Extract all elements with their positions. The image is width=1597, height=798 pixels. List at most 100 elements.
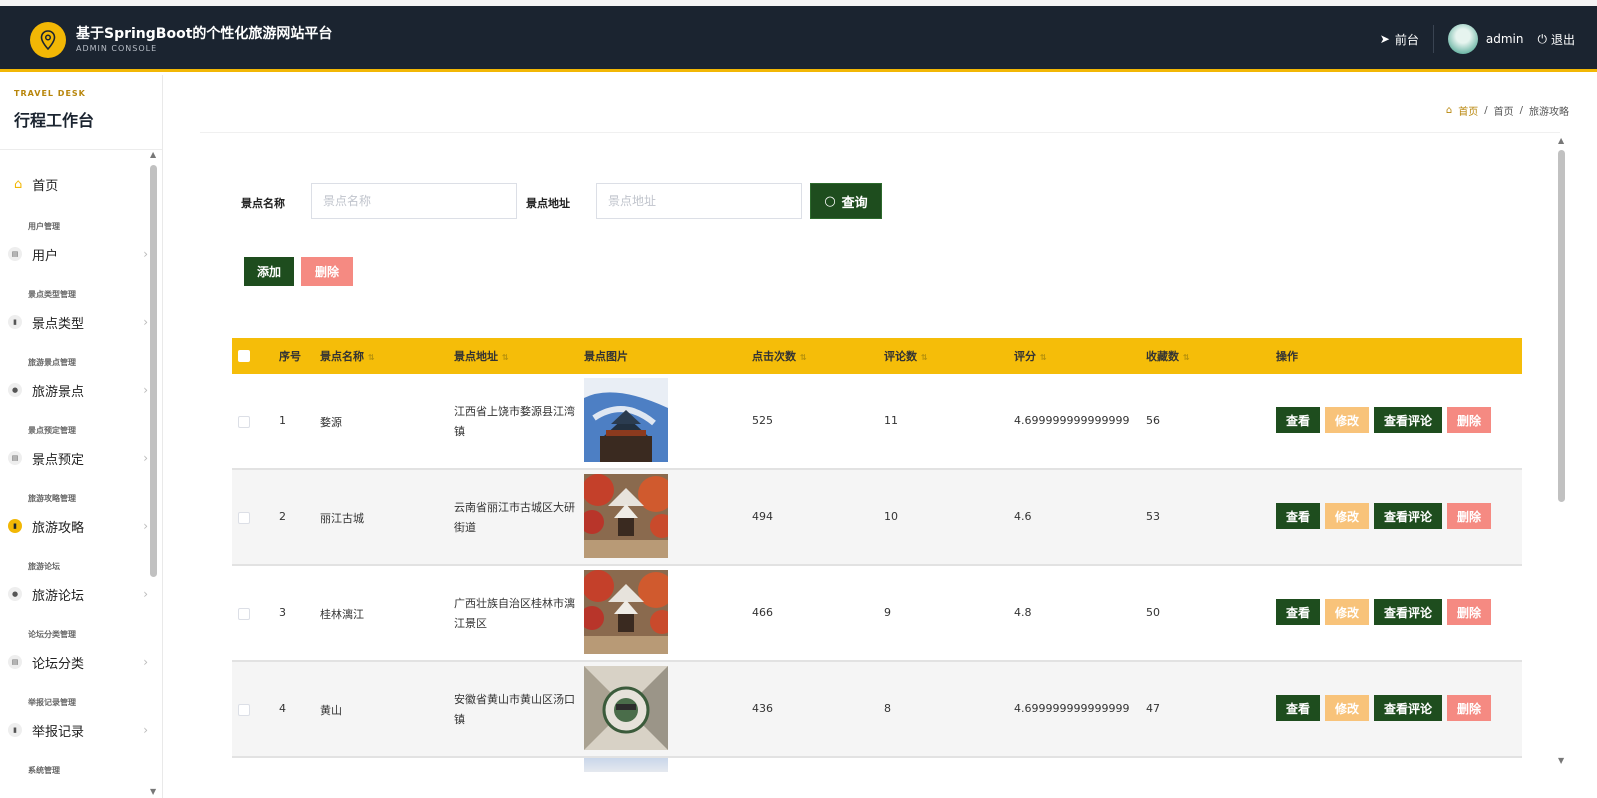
- row-checkbox[interactable]: [238, 704, 250, 716]
- user-name[interactable]: admin: [1486, 32, 1524, 46]
- delete-button[interactable]: 删除: [1447, 695, 1492, 721]
- chevron-right-icon: ›: [143, 655, 148, 669]
- edit-button[interactable]: 修改: [1325, 407, 1370, 433]
- cell-favorites: 56: [1146, 414, 1160, 427]
- sort-icon[interactable]: ⇅: [502, 353, 509, 362]
- table-header: 序号 景点名称 ⇅ 景点地址 ⇅ 景点图片 点击次数 ⇅ 评论数 ⇅ 评分 ⇅ 收藏数 ⇅ …: [232, 338, 1522, 374]
- sidebar-item-guides[interactable]: ▮ 旅游攻略 ›: [8, 515, 148, 537]
- bulk-delete-button[interactable]: 删除: [301, 257, 353, 286]
- row-checkbox[interactable]: [238, 512, 250, 524]
- row-checkbox[interactable]: [238, 608, 250, 620]
- query-button[interactable]: ○ 查询: [810, 183, 882, 219]
- view-button[interactable]: 查看: [1276, 407, 1321, 433]
- scroll-up-icon[interactable]: ▲: [150, 150, 156, 159]
- main-scrollbar[interactable]: ▲ ▼: [1556, 136, 1568, 768]
- cell-comments: 9: [884, 606, 891, 619]
- cell-comments: 10: [884, 510, 898, 523]
- chevron-right-icon: ›: [143, 315, 148, 329]
- spots-table: 序号 景点名称 ⇅ 景点地址 ⇅ 景点图片 点击次数 ⇅ 评论数 ⇅ 评分 ⇅ 收藏数 ⇅ …: [232, 338, 1522, 772]
- spot-address-input[interactable]: [596, 183, 802, 219]
- sidebar-item-spot-types[interactable]: ▮ 景点类型 ›: [8, 311, 148, 333]
- view-comments-button[interactable]: 查看评论: [1374, 503, 1443, 529]
- col-name[interactable]: 景点名称 ⇅: [320, 348, 375, 364]
- col-favorites[interactable]: 收藏数 ⇅: [1146, 348, 1190, 364]
- sort-icon[interactable]: ⇅: [368, 353, 375, 362]
- view-comments-button[interactable]: 查看评论: [1374, 407, 1443, 433]
- scroll-down-icon[interactable]: ▼: [1558, 756, 1564, 765]
- cell-clicks: 494: [752, 510, 773, 523]
- sidebar-item-users[interactable]: ▤ 用户 ›: [8, 243, 148, 265]
- edit-button[interactable]: 修改: [1325, 503, 1370, 529]
- table-row: 4 黄山 安徽省黄山市黄山区汤口镇 436 8 4.69999999999999…: [232, 662, 1522, 758]
- view-comments-button[interactable]: 查看评论: [1374, 695, 1443, 721]
- nav-group-label: 景点预定管理: [28, 426, 76, 435]
- col-score[interactable]: 评分 ⇅: [1014, 348, 1047, 364]
- sort-icon[interactable]: ⇅: [800, 353, 807, 362]
- cell-favorites: 47: [1146, 702, 1160, 715]
- view-button[interactable]: 查看: [1276, 599, 1321, 625]
- breadcrumb-separator: /: [1484, 105, 1488, 116]
- cell-score: 4.699999999999999: [1014, 702, 1130, 715]
- delete-button[interactable]: 删除: [1447, 407, 1492, 433]
- sort-icon[interactable]: ⇅: [1183, 353, 1190, 362]
- sidebar-item-label: 景点预定: [32, 452, 85, 468]
- col-address[interactable]: 景点地址 ⇅: [454, 348, 509, 364]
- breadcrumb-item[interactable]: 首页: [1458, 103, 1478, 118]
- sidebar-item-forum[interactable]: ● 旅游论坛 ›: [8, 583, 148, 605]
- row-checkbox[interactable]: [238, 416, 250, 428]
- sidebar-scroll-thumb[interactable]: [150, 165, 157, 577]
- nav-group-label: 论坛分类管理: [28, 630, 76, 639]
- breadcrumb-separator: /: [1519, 105, 1523, 116]
- sidebar-item-bookings[interactable]: ▤ 景点预定 ›: [8, 447, 148, 469]
- logout-button[interactable]: ⏻ 退出: [1537, 31, 1575, 48]
- spot-image[interactable]: [584, 666, 668, 750]
- sidebar-item-spots[interactable]: ● 旅游景点 ›: [8, 379, 148, 401]
- sidebar-item-home[interactable]: ⌂ 首页: [14, 175, 58, 194]
- sort-icon[interactable]: ⇅: [921, 353, 928, 362]
- view-button[interactable]: 查看: [1276, 695, 1321, 721]
- sidebar-item-forum-categories[interactable]: ▤ 论坛分类 ›: [8, 651, 148, 673]
- nav-group-label: 举报记录管理: [28, 698, 76, 707]
- nav-group-label: 系统管理: [28, 766, 60, 775]
- sidebar-scrollbar[interactable]: ▲ ▼: [149, 150, 158, 796]
- cell-address: 安徽省黄山市黄山区汤口镇: [454, 693, 575, 726]
- scroll-down-icon[interactable]: ▼: [150, 787, 156, 796]
- cell-no: 1: [279, 414, 286, 427]
- power-icon: ⏻: [1537, 31, 1547, 46]
- pin-icon: ●: [8, 383, 22, 397]
- delete-button[interactable]: 删除: [1447, 599, 1492, 625]
- row-actions: 查看 修改 查看评论 删除: [1276, 407, 1492, 433]
- view-comments-button[interactable]: 查看评论: [1374, 599, 1443, 625]
- view-button[interactable]: 查看: [1276, 503, 1321, 529]
- spot-image[interactable]: [584, 378, 668, 462]
- cell-address: 云南省丽江市古城区大研街道: [454, 501, 575, 534]
- spot-image[interactable]: [584, 474, 668, 558]
- edit-button[interactable]: 修改: [1325, 695, 1370, 721]
- cell-score: 4.699999999999999: [1014, 414, 1130, 427]
- front-label: 前台: [1394, 32, 1419, 47]
- add-button[interactable]: 添加: [244, 257, 294, 286]
- select-all-checkbox[interactable]: [238, 350, 250, 362]
- delete-button[interactable]: 删除: [1447, 503, 1492, 529]
- spot-name-input[interactable]: [311, 183, 517, 219]
- cell-comments: 11: [884, 414, 898, 427]
- col-clicks[interactable]: 点击次数 ⇅: [752, 348, 807, 364]
- briefcase-icon: ▤: [8, 451, 22, 465]
- edit-button[interactable]: 修改: [1325, 599, 1370, 625]
- spot-image[interactable]: [584, 570, 668, 654]
- cell-address: 江西省上饶市婺源县江湾镇: [454, 405, 575, 438]
- sort-icon[interactable]: ⇅: [1040, 353, 1047, 362]
- front-link[interactable]: ➤ 前台: [1380, 31, 1419, 48]
- table-row-partial: [232, 758, 1522, 772]
- logout-label: 退出: [1550, 32, 1575, 47]
- main-scroll-thumb[interactable]: [1558, 150, 1565, 502]
- app-title: 基于SpringBoot的个性化旅游网站平台: [76, 26, 333, 42]
- location-pin-icon[interactable]: [30, 22, 66, 58]
- cell-address: 广西壮族自治区桂林市漓江景区: [454, 597, 575, 630]
- col-label: 景点地址: [454, 350, 498, 363]
- col-comments[interactable]: 评论数 ⇅: [884, 348, 928, 364]
- sidebar-item-reports[interactable]: ▮ 举报记录 ›: [8, 719, 148, 741]
- scroll-up-icon[interactable]: ▲: [1558, 136, 1564, 145]
- breadcrumb-item[interactable]: 首页: [1494, 103, 1514, 118]
- avatar[interactable]: [1447, 24, 1478, 54]
